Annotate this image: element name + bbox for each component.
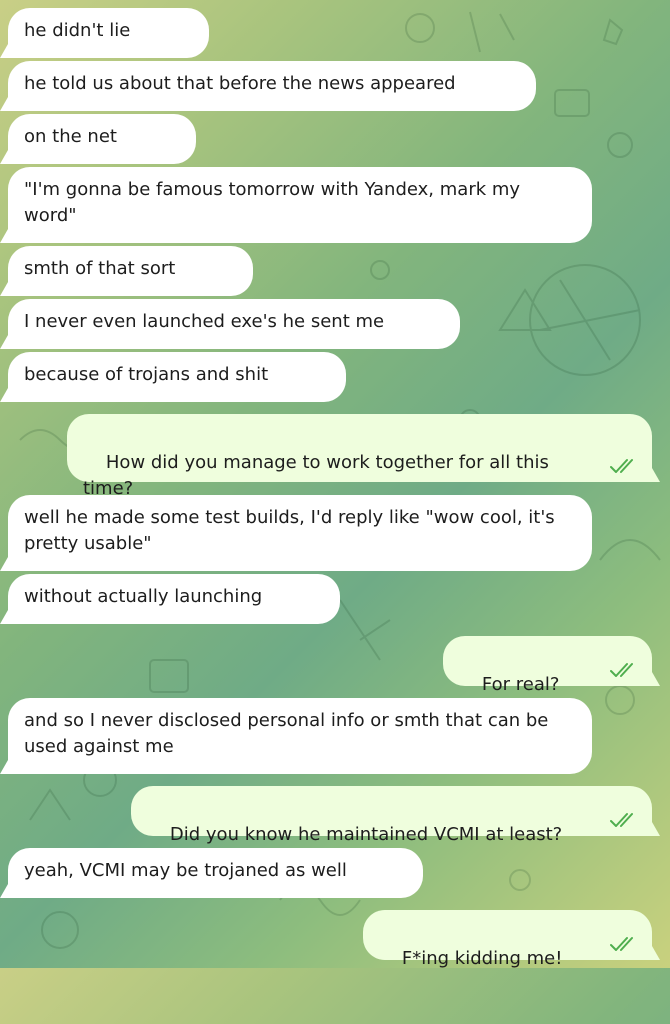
outgoing-message: How did you manage to work together for … (67, 414, 652, 499)
outgoing-message: F*ing kidding me! (363, 910, 652, 969)
incoming-message: well he made some test builds, I'd reply… (8, 495, 592, 571)
incoming-message: yeah, VCMI may be trojaned as well (8, 848, 423, 898)
chat-history[interactable]: he didn't lie he told us about that befo… (0, 0, 670, 969)
incoming-message: smth of that sort (8, 246, 253, 296)
incoming-message: he didn't lie (8, 8, 209, 58)
incoming-message: on the net (8, 114, 196, 164)
incoming-message: because of trojans and shit (8, 352, 346, 402)
incoming-message: he told us about that before the news ap… (8, 61, 536, 111)
incoming-message: I never even launched exe's he sent me (8, 299, 460, 349)
double-check-icon (610, 813, 633, 827)
incoming-message: "I'm gonna be famous tomorrow with Yande… (8, 167, 592, 243)
outgoing-message-text: Did you know he maintained VCMI at least… (169, 824, 563, 845)
outgoing-message-text: How did you manage to work together for … (83, 452, 555, 499)
incoming-message: and so I never disclosed personal info o… (8, 698, 592, 774)
double-check-icon (610, 937, 633, 951)
outgoing-message: For real? (443, 636, 652, 695)
double-check-icon (610, 663, 633, 677)
double-check-icon (610, 459, 633, 473)
outgoing-message-text: F*ing kidding me! (401, 948, 563, 969)
outgoing-message: Did you know he maintained VCMI at least… (131, 786, 652, 845)
incoming-message: without actually launching (8, 574, 340, 624)
outgoing-message-text: For real? (481, 674, 560, 695)
